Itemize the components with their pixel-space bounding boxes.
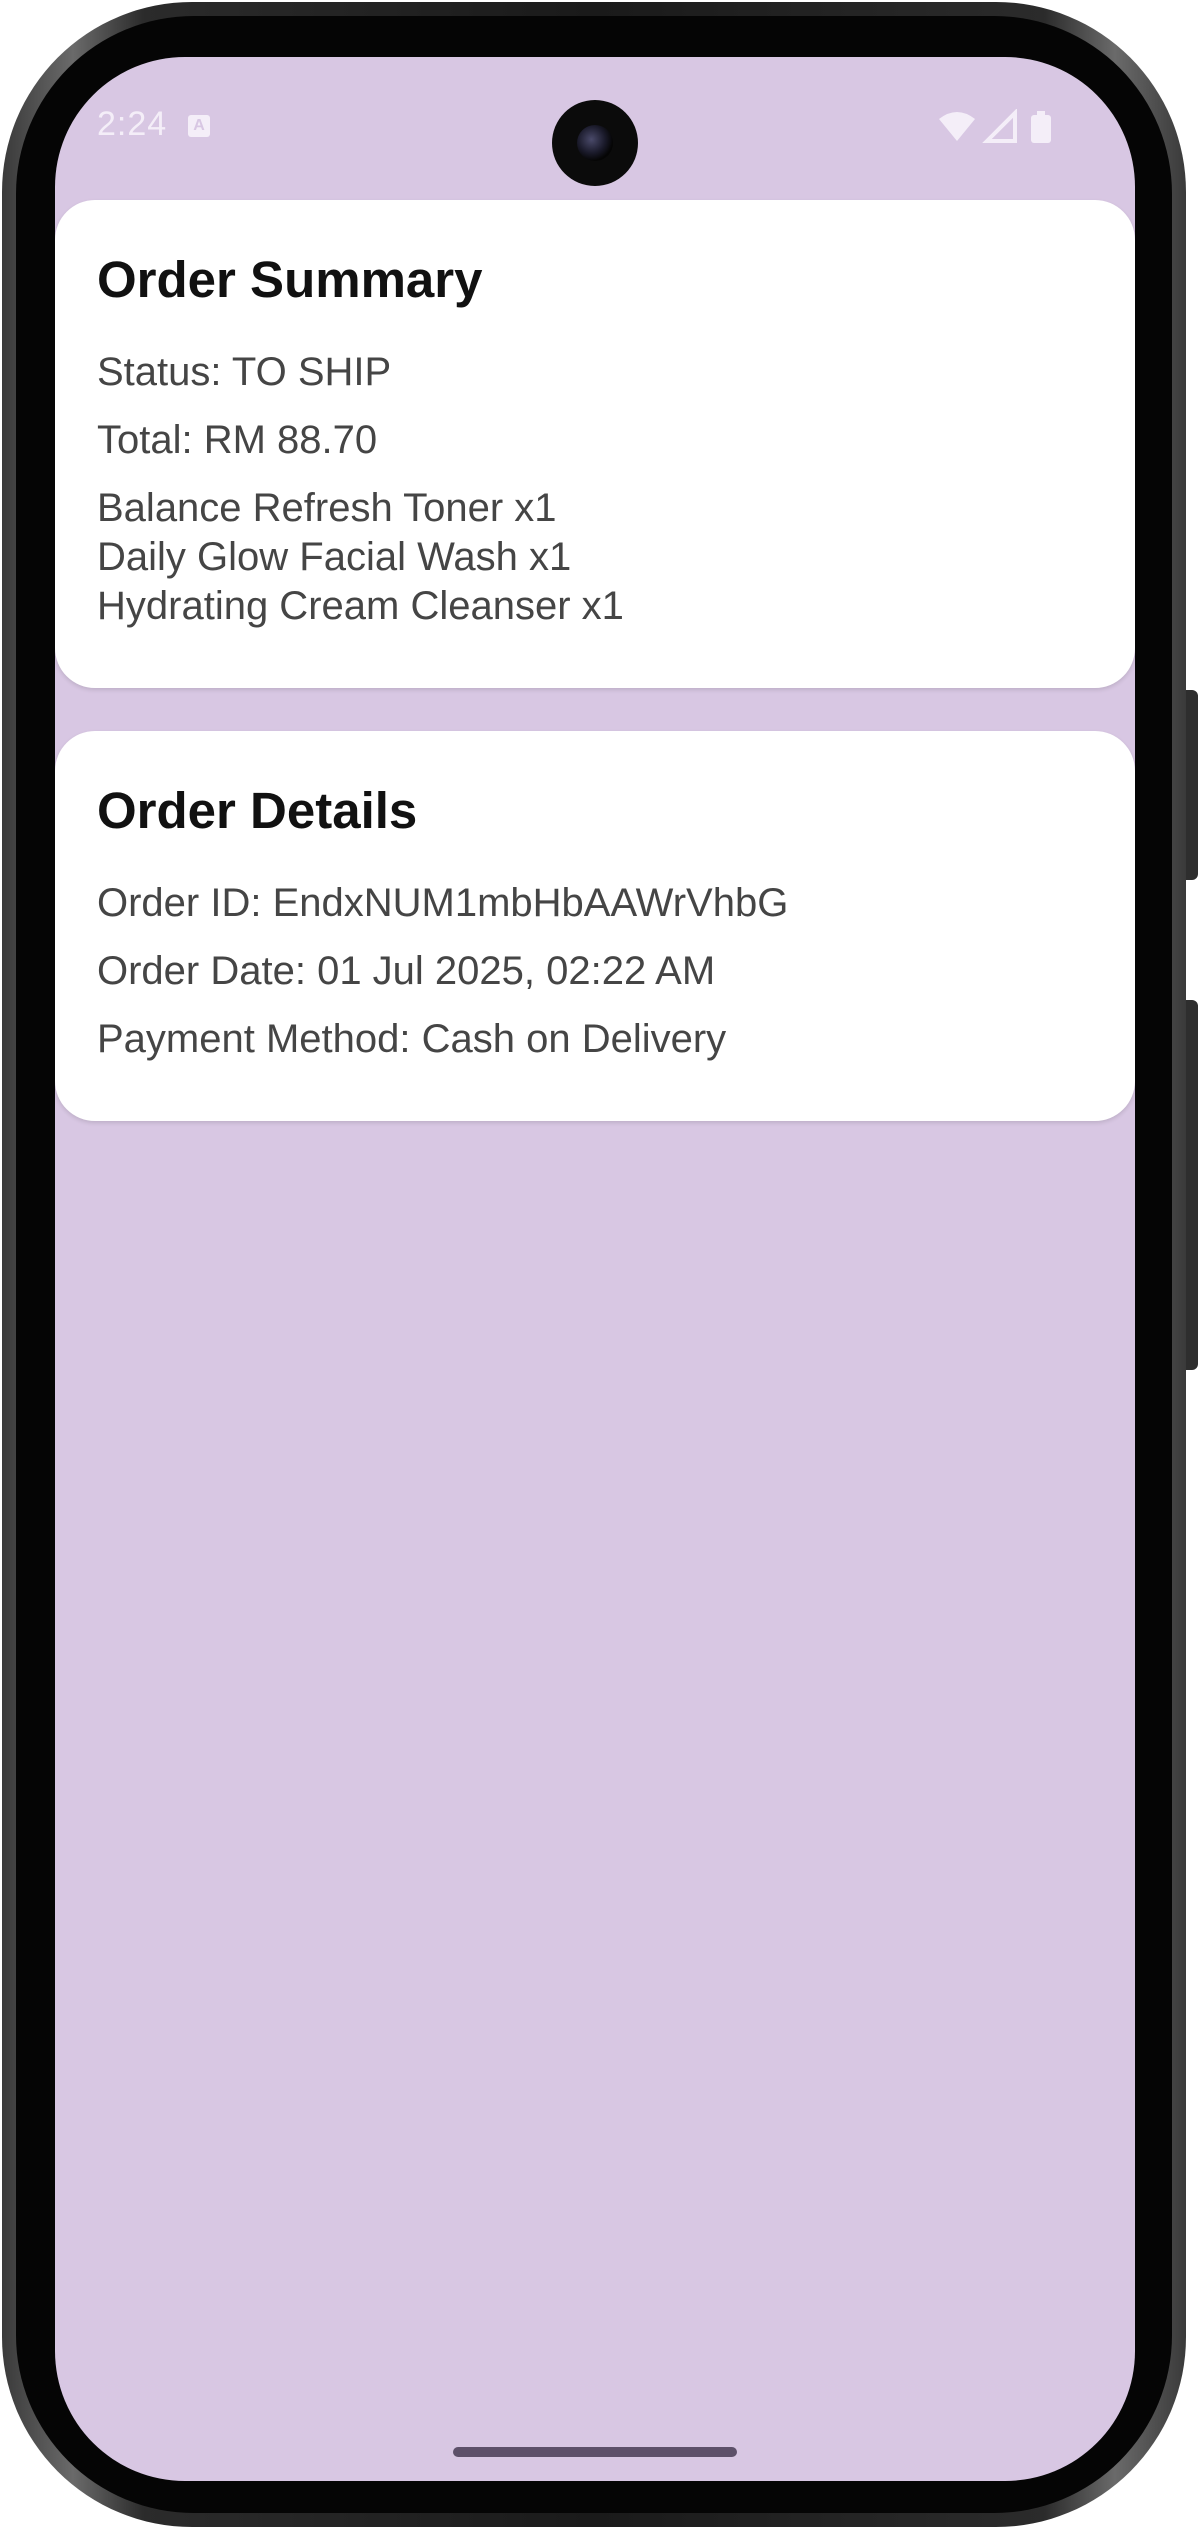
order-summary-title: Order Summary xyxy=(97,251,483,308)
order-details-title: Order Details xyxy=(97,782,418,839)
home-indicator[interactable] xyxy=(453,2447,737,2457)
phone-device: 2:24 A Order Summary Status: TO SHIP Tot… xyxy=(0,0,1198,2531)
wifi-icon xyxy=(939,112,975,141)
a-icon: A xyxy=(188,115,210,137)
order-details-card: Order Details Order ID: EndxNUM1mbHbAAWr… xyxy=(55,731,1135,1121)
order-total: Total: RM 88.70 xyxy=(97,418,378,462)
signal-icon xyxy=(982,109,1017,143)
order-summary-card: Order Summary Status: TO SHIP Total: RM … xyxy=(55,200,1135,688)
power-button xyxy=(1186,1000,1198,1370)
payment-method: Payment Method: Cash on Delivery xyxy=(97,1017,727,1061)
app-screen: 2:24 A Order Summary Status: TO SHIP Tot… xyxy=(55,57,1135,2481)
status-bar: 2:24 A xyxy=(55,57,1135,197)
order-item: Hydrating Cream Cleanser x1 xyxy=(97,584,624,628)
order-item: Daily Glow Facial Wash x1 xyxy=(97,535,572,579)
battery-icon xyxy=(1031,111,1051,143)
order-status: Status: TO SHIP xyxy=(97,350,392,394)
status-time: 2:24 xyxy=(97,105,168,143)
volume-button xyxy=(1186,690,1198,880)
order-date: Order Date: 01 Jul 2025, 02:22 AM xyxy=(97,949,716,993)
status-icons xyxy=(939,109,1051,143)
order-item: Balance Refresh Toner x1 xyxy=(97,486,557,530)
front-camera xyxy=(552,100,638,186)
order-id: Order ID: EndxNUM1mbHbAAWrVhbG xyxy=(97,881,789,925)
